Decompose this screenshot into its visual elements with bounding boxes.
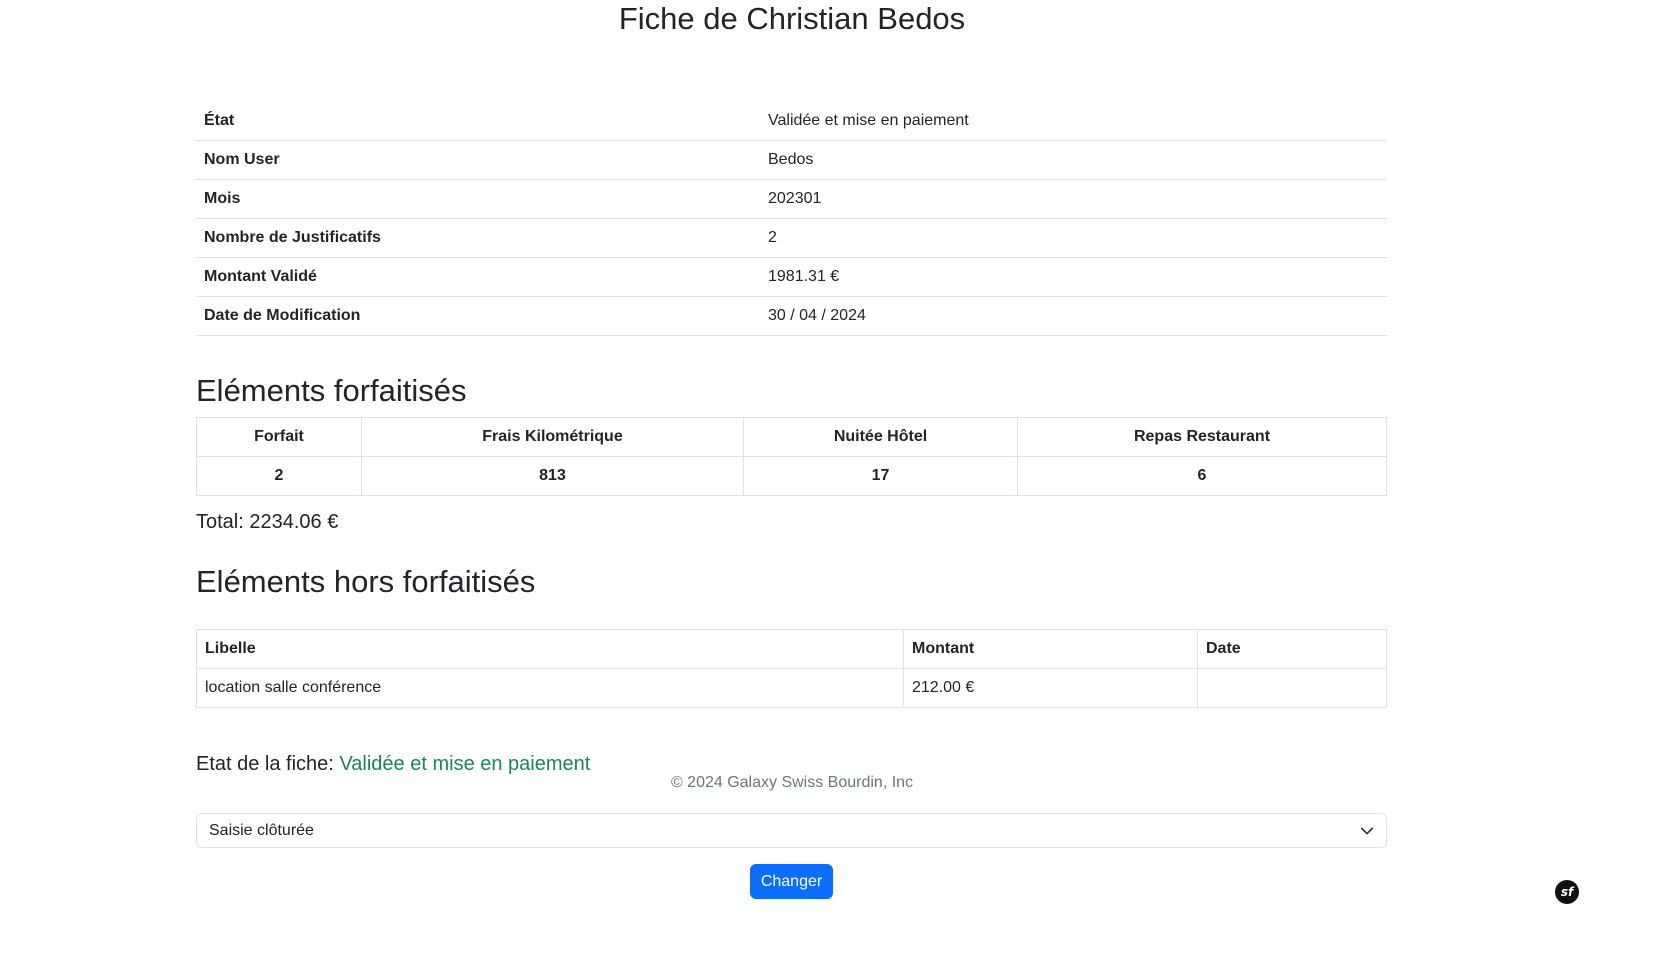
table-cell: location salle conférence [196,668,904,708]
info-label: Nombre de Justificatifs [196,218,760,258]
column-header: Date [1197,629,1387,669]
table-cell: 212.00 € [903,668,1198,708]
info-label: Mois [196,179,760,219]
hors-forfait-table: Libelle Montant Date location salle conf… [196,629,1387,708]
table-cell: 2 [196,456,362,496]
state-select[interactable]: Saisie clôturée [196,813,1387,848]
table-row: Montant Validé 1981.31 € [196,257,1387,297]
info-value: 2 [760,218,1387,258]
info-value: 1981.31 € [760,257,1387,297]
info-label: Montant Validé [196,257,760,297]
table-cell: 813 [361,456,744,496]
column-header: Montant [903,629,1198,669]
symfony-icon[interactable]: sf [1555,880,1579,904]
table-row: location salle conférence 212.00 € [196,668,1387,708]
info-label: État [196,102,760,141]
column-header: Frais Kilométrique [361,417,744,457]
info-value: 30 / 04 / 2024 [760,296,1387,336]
forfaitises-table: Forfait Frais Kilométrique Nuitée Hôtel … [196,417,1387,496]
table-row: Nombre de Justificatifs 2 [196,218,1387,258]
hors-forfait-title: Eléments hors forfaitisés [196,564,536,599]
info-value: Validée et mise en paiement [760,102,1387,141]
table-cell [1197,668,1387,708]
table-header-row: Forfait Frais Kilométrique Nuitée Hôtel … [196,417,1387,457]
column-header: Libelle [196,629,904,669]
chevron-down-icon [1360,824,1374,838]
forfaitises-title: Eléments forfaitisés [196,373,467,408]
table-row: 2 813 17 6 [196,456,1387,496]
table-row: Mois 202301 [196,179,1387,219]
table-cell: 17 [743,456,1018,496]
table-row: Nom User Bedos [196,140,1387,180]
info-label: Nom User [196,140,760,180]
table-header-row: Libelle Montant Date [196,629,1387,669]
info-value: Bedos [760,140,1387,180]
table-cell: 6 [1017,456,1387,496]
column-header: Repas Restaurant [1017,417,1387,457]
change-button[interactable]: Changer [750,864,833,899]
table-row: Date de Modification 30 / 04 / 2024 [196,296,1387,336]
fiche-info-table: État Validée et mise en paiement Nom Use… [196,102,1387,336]
column-header: Forfait [196,417,362,457]
info-label: Date de Modification [196,296,760,336]
page-title: Fiche de Christian Bedos [618,1,966,36]
column-header: Nuitée Hôtel [743,417,1018,457]
total-amount: Total: 2234.06 € [196,511,339,533]
info-value: 202301 [760,179,1387,219]
chevron-down-icon-graphic [1360,827,1374,834]
state-select-value: Saisie clôturée [209,821,314,839]
footer-copyright: © 2024 Galaxy Swiss Bourdin, Inc [670,774,914,791]
table-row: État Validée et mise en paiement [196,102,1387,141]
